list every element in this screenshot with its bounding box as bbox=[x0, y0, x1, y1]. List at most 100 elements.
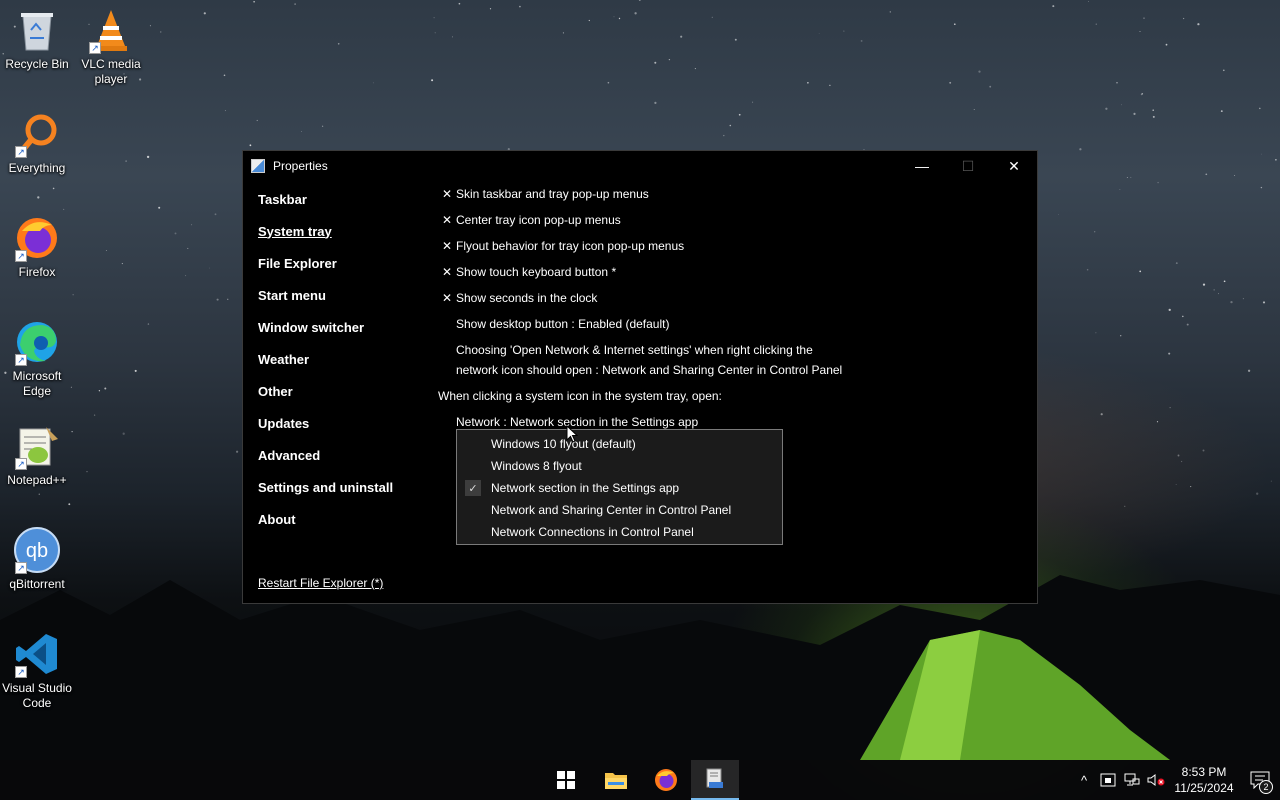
shortcut-arrow-icon: ↗ bbox=[15, 354, 27, 366]
option-network-right-click[interactable]: Choosing 'Open Network & Internet settin… bbox=[438, 341, 842, 379]
notepadpp-icon: ↗ bbox=[13, 422, 61, 470]
svg-text:qb: qb bbox=[26, 540, 48, 562]
security-tray-icon[interactable] bbox=[1096, 760, 1120, 800]
option-label: Flyout behavior for tray icon pop-up men… bbox=[456, 239, 685, 253]
desktop-icon-label: Notepad++ bbox=[7, 473, 67, 487]
desktop-icon-firefox[interactable]: ↗ Firefox bbox=[0, 214, 74, 280]
nav-item-label: Weather bbox=[258, 351, 310, 367]
recycle-bin-icon bbox=[13, 6, 61, 54]
restart-file-explorer-link[interactable]: Restart File Explorer (*) bbox=[258, 576, 383, 590]
shortcut-arrow-icon: ↗ bbox=[15, 666, 27, 678]
nav-item-label: Other bbox=[258, 383, 293, 399]
option-seconds-clock[interactable]: ✕ Show seconds in the clock bbox=[438, 285, 597, 311]
option-show-desktop-button[interactable]: Show desktop button : Enabled (default) bbox=[438, 311, 669, 337]
shortcut-arrow-icon: ↗ bbox=[15, 250, 27, 262]
everything-search-icon: ↗ bbox=[13, 110, 61, 158]
nav-item-settings-uninstall[interactable]: Settings and uninstall bbox=[258, 471, 428, 503]
desktop-icon-label: qBittorrent bbox=[9, 577, 65, 591]
clock-time: 8:53 PM bbox=[1181, 765, 1227, 779]
dropdown-item[interactable]: Network Connections in Control Panel bbox=[457, 521, 782, 543]
option-label: Show desktop button : Enabled (default) bbox=[456, 317, 670, 331]
properties-app-icon bbox=[706, 768, 723, 788]
network-tray-icon[interactable] bbox=[1120, 760, 1144, 800]
dropdown-item-label: Windows 8 flyout bbox=[491, 459, 582, 473]
nav-item-label: Start menu bbox=[258, 287, 326, 303]
properties-window: Properties — ☐ ✕ Taskbar System tray Fil… bbox=[242, 150, 1038, 604]
dropdown-item-selected[interactable]: ✓ Network section in the Settings app bbox=[457, 477, 782, 499]
action-center-button[interactable]: 2 bbox=[1240, 760, 1280, 800]
desktop-icon-everything[interactable]: ↗ Everything bbox=[0, 110, 74, 176]
option-skin-menus[interactable]: ✕ Skin taskbar and tray pop-up menus bbox=[438, 181, 649, 207]
desktop-icon-vscode[interactable]: ↗ Visual Studio Code bbox=[0, 630, 74, 711]
window-title: Properties bbox=[273, 159, 328, 173]
properties-app-icon bbox=[251, 159, 265, 173]
taskbar: ^ 8:53 PM 11/25/2024 2 bbox=[0, 760, 1280, 800]
shortcut-arrow-icon: ↗ bbox=[15, 146, 27, 158]
checked-x-icon: ✕ bbox=[441, 213, 453, 227]
edge-icon: ↗ bbox=[13, 318, 61, 366]
nav-item-about[interactable]: About bbox=[258, 503, 428, 535]
desktop-icon-edge[interactable]: ↗ Microsoft Edge bbox=[0, 318, 74, 399]
nav-item-taskbar[interactable]: Taskbar bbox=[258, 183, 428, 215]
nav-item-other[interactable]: Other bbox=[258, 375, 428, 407]
option-center-menus[interactable]: ✕ Center tray icon pop-up menus bbox=[438, 207, 621, 233]
vscode-icon: ↗ bbox=[13, 630, 61, 678]
title-bar[interactable]: Properties — ☐ ✕ bbox=[243, 151, 1037, 181]
taskbar-clock[interactable]: 8:53 PM 11/25/2024 bbox=[1168, 764, 1240, 796]
nav-item-label: Advanced bbox=[258, 447, 321, 463]
desktop-icon-label: Visual Studio Code bbox=[2, 681, 72, 710]
taskbar-file-explorer[interactable] bbox=[592, 760, 640, 800]
option-label: Show touch keyboard button * bbox=[456, 265, 617, 279]
show-hidden-icons-chevron-icon[interactable]: ^ bbox=[1072, 760, 1096, 800]
notification-count-badge: 2 bbox=[1259, 780, 1273, 794]
desktop-icon-qbittorrent[interactable]: qb ↗ qBittorrent bbox=[0, 526, 74, 592]
taskbar-properties[interactable] bbox=[691, 760, 739, 800]
desktop-icon-recycle-bin[interactable]: Recycle Bin bbox=[0, 6, 74, 72]
nav-item-advanced[interactable]: Advanced bbox=[258, 439, 428, 471]
nav-item-updates[interactable]: Updates bbox=[258, 407, 428, 439]
nav-item-system-tray[interactable]: System tray bbox=[258, 215, 428, 247]
system-tray: ^ 8:53 PM 11/25/2024 2 bbox=[1072, 760, 1280, 800]
nav-item-file-explorer[interactable]: File Explorer bbox=[258, 247, 428, 279]
dropdown-item-label: Network Connections in Control Panel bbox=[491, 525, 694, 539]
dropdown-item-label: Network section in the Settings app bbox=[491, 481, 680, 495]
dropdown-item[interactable]: Network and Sharing Center in Control Pa… bbox=[457, 499, 782, 521]
checked-x-icon: ✕ bbox=[441, 187, 453, 201]
desktop-icon-label: VLC media player bbox=[81, 57, 141, 86]
settings-nav: Taskbar System tray File Explorer Start … bbox=[258, 183, 428, 535]
desktop-icon-label: Firefox bbox=[18, 265, 56, 279]
option-flyout-behavior[interactable]: ✕ Flyout behavior for tray icon pop-up m… bbox=[438, 233, 684, 259]
network-options-dropdown: Windows 10 flyout (default) Windows 8 fl… bbox=[456, 429, 783, 545]
nav-item-label: Updates bbox=[258, 415, 310, 431]
checkmark-icon: ✓ bbox=[465, 480, 481, 496]
dropdown-item[interactable]: Windows 8 flyout bbox=[457, 455, 782, 477]
desktop-icon-vlc[interactable]: ↗ VLC media player bbox=[74, 6, 148, 87]
qbittorrent-icon: qb ↗ bbox=[13, 526, 61, 574]
volume-muted-icon[interactable] bbox=[1144, 760, 1168, 800]
minimize-button[interactable]: — bbox=[899, 151, 945, 181]
nav-item-weather[interactable]: Weather bbox=[258, 343, 428, 375]
nav-item-label: About bbox=[258, 511, 296, 527]
start-icon bbox=[557, 771, 575, 789]
close-button[interactable]: ✕ bbox=[991, 151, 1037, 181]
taskbar-firefox[interactable] bbox=[642, 760, 690, 800]
nav-item-window-switcher[interactable]: Window switcher bbox=[258, 311, 428, 343]
start-button[interactable] bbox=[542, 760, 590, 800]
desktop-icon-notepadpp[interactable]: ↗ Notepad++ bbox=[0, 422, 74, 488]
shortcut-arrow-icon: ↗ bbox=[15, 562, 27, 574]
nav-item-label: Window switcher bbox=[258, 319, 365, 335]
maximize-button[interactable]: ☐ bbox=[945, 151, 991, 181]
file-explorer-icon bbox=[605, 773, 627, 789]
option-touch-keyboard[interactable]: ✕ Show touch keyboard button * bbox=[438, 259, 616, 285]
shortcut-arrow-icon: ↗ bbox=[89, 42, 101, 54]
checked-x-icon: ✕ bbox=[441, 239, 453, 253]
dropdown-item[interactable]: Windows 10 flyout (default) bbox=[457, 433, 782, 455]
desktop-icon-label: Everything bbox=[8, 161, 66, 175]
desktop-icon-label: Recycle Bin bbox=[5, 57, 69, 71]
nav-item-label: Settings and uninstall bbox=[258, 479, 394, 495]
section-heading-text: When clicking a system icon in the syste… bbox=[438, 389, 722, 403]
nav-item-start-menu[interactable]: Start menu bbox=[258, 279, 428, 311]
nav-item-label: File Explorer bbox=[258, 255, 337, 271]
option-label: Center tray icon pop-up menus bbox=[456, 213, 621, 227]
option-label: Skin taskbar and tray pop-up menus bbox=[456, 187, 649, 201]
